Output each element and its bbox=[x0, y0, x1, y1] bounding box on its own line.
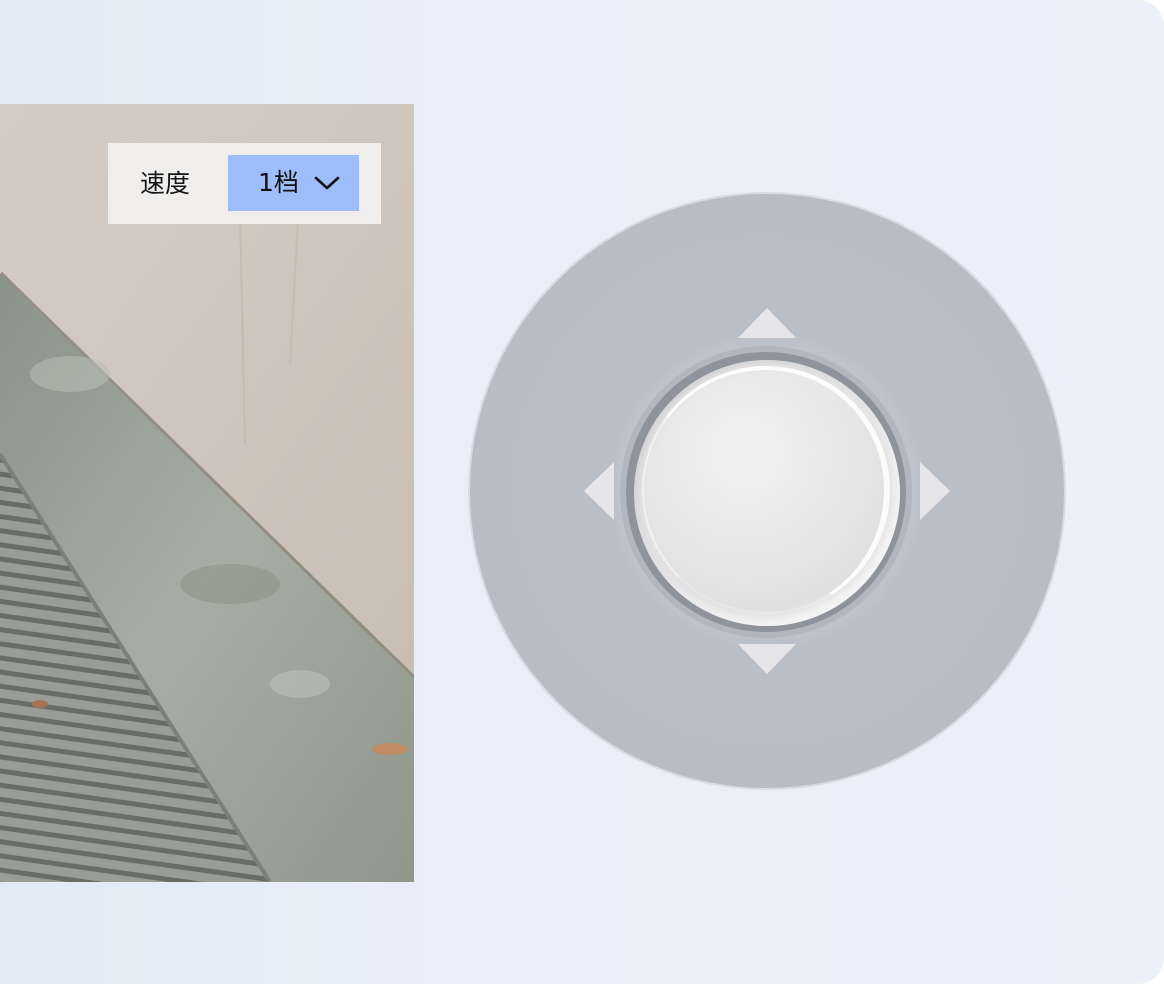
speed-label: 速度 bbox=[140, 169, 191, 198]
move-right-button[interactable] bbox=[918, 460, 952, 522]
arrow-up-icon bbox=[738, 308, 796, 338]
move-left-button[interactable] bbox=[582, 460, 616, 522]
speed-select-value: 1档 bbox=[258, 168, 299, 197]
joystick-knob[interactable] bbox=[634, 360, 900, 626]
direction-pad bbox=[470, 194, 1064, 788]
joystick-knob-highlight bbox=[642, 366, 890, 614]
arrow-down-icon bbox=[738, 644, 796, 674]
move-down-button[interactable] bbox=[736, 642, 798, 676]
move-up-button[interactable] bbox=[736, 306, 798, 340]
arrow-right-icon bbox=[920, 462, 950, 520]
arrow-left-icon bbox=[584, 462, 614, 520]
control-panel: 速度 1档 bbox=[0, 0, 1164, 984]
speed-select[interactable]: 1档 bbox=[228, 155, 359, 211]
speed-control: 速度 1档 bbox=[108, 143, 381, 224]
chevron-down-icon bbox=[314, 176, 340, 190]
